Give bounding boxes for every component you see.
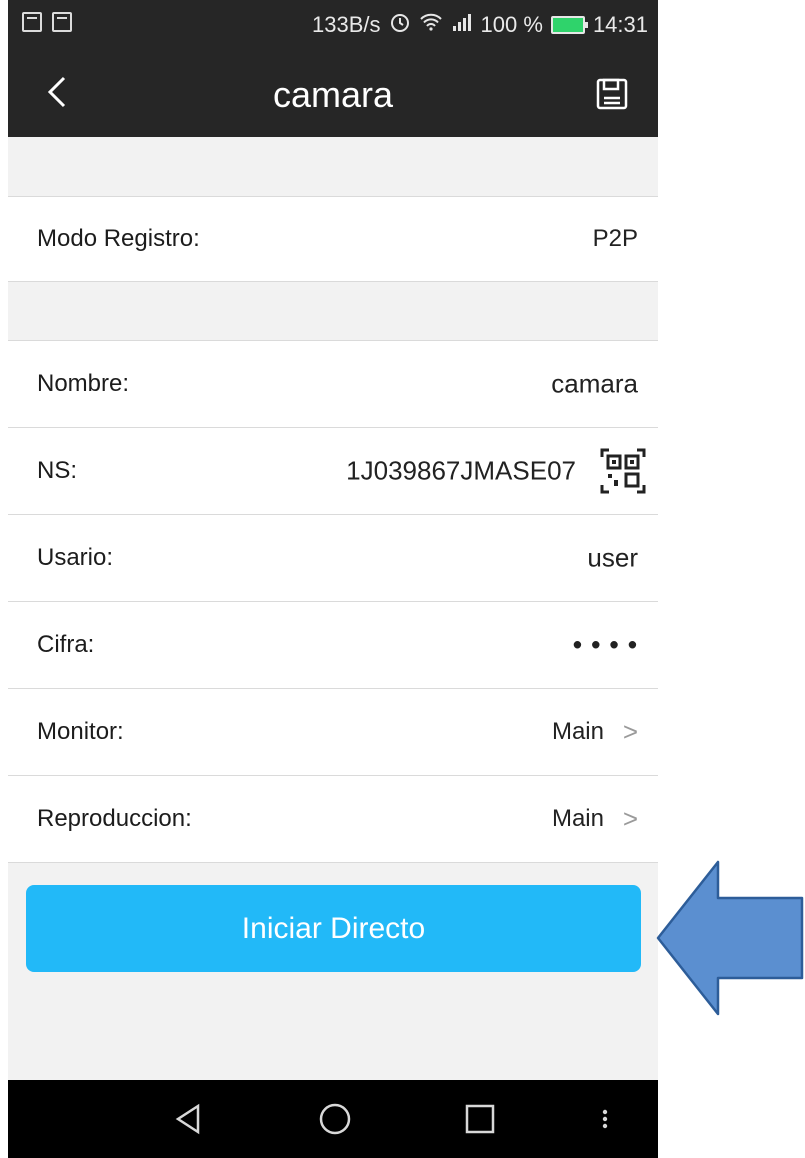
- clock: 14:31: [592, 12, 648, 37]
- wifi-icon: [419, 12, 443, 38]
- save-button[interactable]: [592, 74, 632, 114]
- cifra-label: Cifra:: [37, 631, 95, 658]
- row-modo-registro[interactable]: Modo Registro: P2P: [8, 197, 658, 281]
- row-cifra[interactable]: Cifra: • • • •: [8, 602, 658, 688]
- nombre-label: Nombre:: [37, 370, 130, 397]
- password-value[interactable]: • • • •: [573, 630, 638, 661]
- ns-value[interactable]: 1J039867JMASE07: [346, 456, 576, 487]
- row-ns[interactable]: NS: 1J039867JMASE07: [8, 428, 658, 514]
- network-speed: 133B/s: [312, 12, 381, 37]
- qr-code-icon: [600, 448, 646, 494]
- page-title: camara: [272, 74, 394, 115]
- alarm-icon: [389, 11, 411, 39]
- reproduccion-value: Main: [551, 805, 604, 832]
- battery-charging-icon: [550, 16, 588, 34]
- app-screen: 133B/s 100 % 14:31 camara Modo Registro:…: [8, 0, 658, 1158]
- pointer-arrow-annotation: [656, 860, 804, 1016]
- row-monitor[interactable]: Monitor: Main >: [8, 689, 658, 775]
- modo-registro-label: Modo Registro:: [37, 225, 200, 252]
- battery-percent: 100 %: [480, 12, 543, 37]
- nav-menu-button[interactable]: [598, 1102, 612, 1136]
- modo-registro-value: P2P: [592, 225, 638, 252]
- square-recents-icon: [465, 1104, 495, 1134]
- chevron-right-icon: >: [622, 716, 638, 747]
- nav-recents-button[interactable]: [463, 1102, 497, 1136]
- app-header: camara: [8, 50, 658, 137]
- circle-home-icon: [319, 1103, 351, 1135]
- divider: [8, 862, 658, 863]
- row-nombre[interactable]: Nombre: camara: [8, 341, 658, 427]
- reproduccion-label: Reproduccion:: [37, 805, 192, 832]
- photo-notification-icon: [52, 12, 72, 32]
- notification-icons: [22, 12, 72, 32]
- nav-home-button[interactable]: [318, 1102, 352, 1136]
- nav-back-button[interactable]: [172, 1102, 206, 1136]
- ns-label: NS:: [37, 457, 78, 484]
- floppy-disk-icon: [596, 78, 628, 110]
- qr-scan-button[interactable]: [600, 448, 646, 494]
- start-live-button[interactable]: Iniciar Directo: [26, 885, 641, 972]
- system-nav-bar: [8, 1080, 658, 1158]
- divider: [8, 281, 658, 282]
- monitor-value: Main: [551, 718, 604, 745]
- signal-icon: [451, 12, 473, 38]
- chevron-right-icon: >: [622, 803, 638, 834]
- row-usuario[interactable]: Usario: user: [8, 515, 658, 601]
- usuario-value[interactable]: user: [587, 543, 638, 574]
- row-reproduccion[interactable]: Reproduccion: Main >: [8, 776, 658, 862]
- nombre-value[interactable]: camara: [551, 369, 638, 400]
- usuario-label: Usario:: [37, 544, 114, 571]
- triangle-back-icon: [175, 1103, 200, 1135]
- more-vertical-icon: [602, 1109, 608, 1129]
- monitor-label: Monitor:: [37, 718, 124, 745]
- status-bar: 133B/s 100 % 14:31: [8, 0, 658, 50]
- gallery-notification-icon: [22, 12, 42, 32]
- status-indicators: 133B/s 100 % 14:31: [312, 11, 648, 39]
